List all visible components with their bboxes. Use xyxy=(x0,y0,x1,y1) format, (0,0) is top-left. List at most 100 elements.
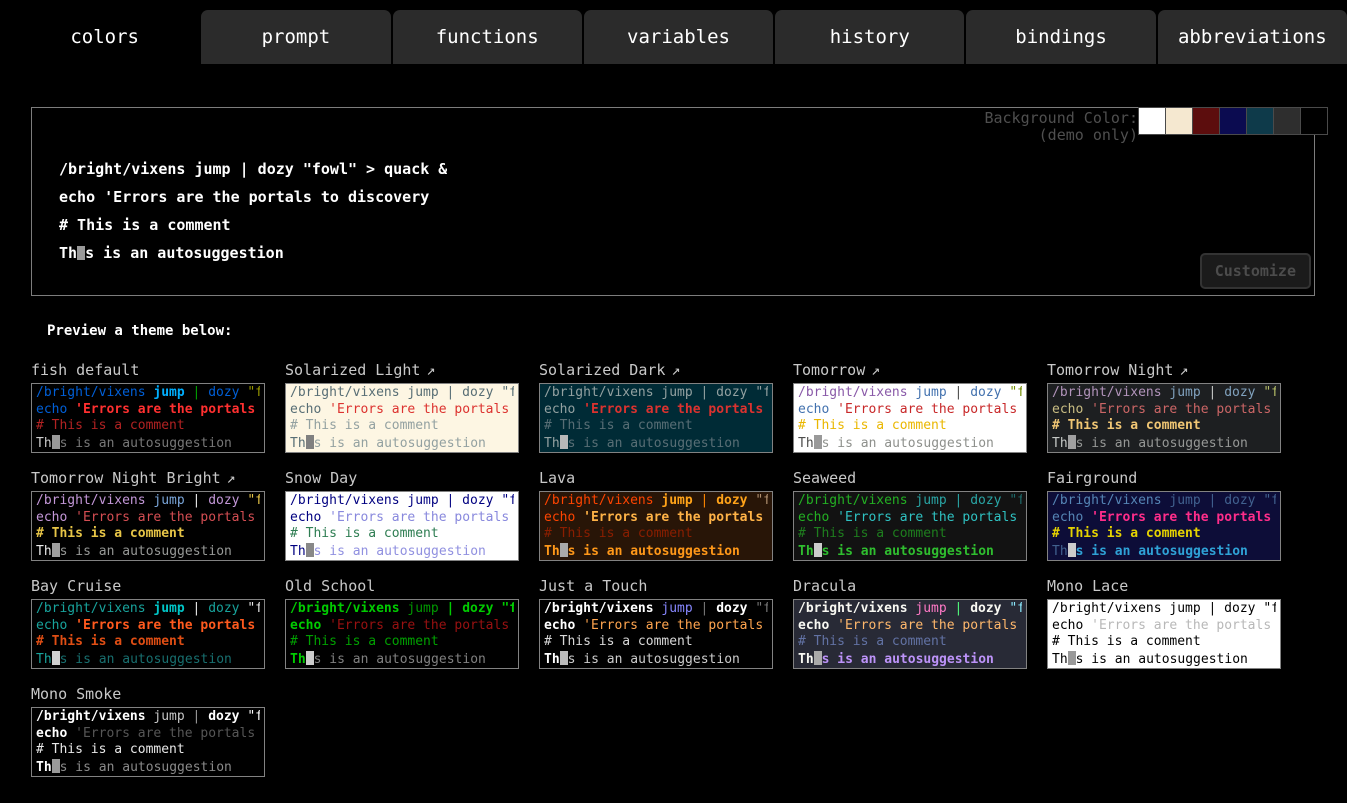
cursor-block xyxy=(77,246,85,260)
external-link-icon[interactable]: ↗ xyxy=(227,469,236,487)
code-segment: /bright/vixens jump | dozy "fowl" > quac… xyxy=(1052,601,1276,616)
theme-title[interactable]: Just a Touch xyxy=(539,575,773,599)
theme-title[interactable]: Solarized Light↗ xyxy=(285,359,519,383)
tab-history[interactable]: history xyxy=(775,10,964,64)
tab-variables[interactable]: variables xyxy=(584,10,773,64)
terminal-line: # This is a comment xyxy=(798,526,1022,543)
customize-button[interactable]: Customize xyxy=(1200,253,1311,289)
theme-preview[interactable]: /bright/vixens jump | dozy "fowl" > quac… xyxy=(539,491,773,561)
code-segment: | xyxy=(947,601,970,616)
theme-preview[interactable]: /bright/vixens jump | dozy "fowl" > quac… xyxy=(285,383,519,453)
theme-card-old-school: Old School/bright/vixens jump | dozy "fo… xyxy=(285,575,519,669)
background-swatch[interactable] xyxy=(1192,107,1220,135)
code-segment: /bright/vixens xyxy=(36,493,153,508)
theme-preview[interactable]: /bright/vixens jump | dozy "fowl" > quac… xyxy=(539,599,773,669)
theme-title[interactable]: Snow Day xyxy=(285,467,519,491)
tab-functions[interactable]: functions xyxy=(393,10,582,64)
code-segment: Th xyxy=(36,436,52,451)
theme-title[interactable]: Mono Lace xyxy=(1047,575,1281,599)
theme-title[interactable]: Bay Cruise xyxy=(31,575,265,599)
theme-preview[interactable]: /bright/vixens jump | dozy "fowl" > quac… xyxy=(285,491,519,561)
background-swatch[interactable] xyxy=(1273,107,1301,135)
external-link-icon[interactable]: ↗ xyxy=(1179,361,1188,379)
cursor-block xyxy=(306,435,314,449)
tab-bindings[interactable]: bindings xyxy=(966,10,1155,64)
code-segment: Th xyxy=(36,544,52,559)
theme-preview[interactable]: /bright/vixens jump | dozy "fowl" > quac… xyxy=(793,599,1027,669)
theme-preview[interactable]: /bright/vixens jump | dozy "fowl" > quac… xyxy=(1047,383,1281,453)
code-segment: Th xyxy=(290,652,306,667)
theme-name: Just a Touch xyxy=(539,577,647,595)
terminal-line: echo 'Errors are the portals to discover… xyxy=(290,510,514,527)
code-segment: s is an autosuggestion xyxy=(822,544,994,559)
background-swatch[interactable] xyxy=(1246,107,1274,135)
theme-preview[interactable]: /bright/vixens jump | dozy "fowl" > quac… xyxy=(31,491,265,561)
code-segment: dozy xyxy=(462,601,493,616)
external-link-icon[interactable]: ↗ xyxy=(426,361,435,379)
terminal-line: Ths is an autosuggestion xyxy=(290,651,514,669)
theme-preview[interactable]: /bright/vixens jump | dozy "fowl" > quac… xyxy=(31,707,265,777)
code-segment: "fowl" > quack & xyxy=(240,601,260,616)
code-segment: echo xyxy=(1052,402,1091,417)
theme-title[interactable]: Mono Smoke xyxy=(31,683,265,707)
code-segment: echo xyxy=(798,618,837,633)
code-segment: echo xyxy=(290,618,329,633)
code-segment: "fowl" > quack & xyxy=(494,601,514,616)
theme-title[interactable]: fish default xyxy=(31,359,265,383)
code-segment: echo xyxy=(36,510,75,525)
theme-title[interactable]: Tomorrow Night↗ xyxy=(1047,359,1281,383)
terminal-line: Ths is an autosuggestion xyxy=(1052,543,1276,561)
tab-prompt[interactable]: prompt xyxy=(201,10,390,64)
theme-preview[interactable]: /bright/vixens jump | dozy "fowl" > quac… xyxy=(1047,599,1281,669)
external-link-icon[interactable]: ↗ xyxy=(871,361,880,379)
terminal-line: Ths is an autosuggestion xyxy=(36,435,260,453)
external-link-icon[interactable]: ↗ xyxy=(671,361,680,379)
theme-title[interactable]: Dracula xyxy=(793,575,1027,599)
theme-title[interactable]: Old School xyxy=(285,575,519,599)
terminal-line: echo 'Errors are the portals to discover… xyxy=(36,510,260,527)
code-segment: s is an autosuggestion xyxy=(822,436,994,451)
terminal-line: # This is a comment xyxy=(290,634,514,651)
code-segment: 'Errors are the portals to discovery xyxy=(583,402,768,417)
theme-card-fish-default: fish default/bright/vixens jump | dozy "… xyxy=(31,359,265,453)
terminal-line: Ths is an autosuggestion xyxy=(544,543,768,561)
tab-abbreviations[interactable]: abbreviations xyxy=(1158,10,1347,64)
terminal-line: # This is a comment xyxy=(544,634,768,651)
background-swatch[interactable] xyxy=(1300,107,1328,135)
theme-preview[interactable]: /bright/vixens jump | dozy "fowl" > quac… xyxy=(31,599,265,669)
theme-title[interactable]: Seaweed xyxy=(793,467,1027,491)
code-segment: 'Errors are the portals to discovery xyxy=(583,510,768,525)
background-swatch[interactable] xyxy=(1219,107,1247,135)
code-segment: 'Errors are the portals to discovery xyxy=(837,402,1022,417)
background-swatch-row xyxy=(1139,107,1328,135)
theme-preview[interactable]: /bright/vixens jump | dozy "fowl" > quac… xyxy=(793,383,1027,453)
code-segment: /bright/vixens xyxy=(798,493,915,508)
tab-colors[interactable]: colors xyxy=(10,10,199,64)
theme-title[interactable]: Lava xyxy=(539,467,773,491)
cursor-block xyxy=(52,759,60,773)
theme-preview[interactable]: /bright/vixens jump | dozy "fowl" > quac… xyxy=(31,383,265,453)
theme-preview[interactable]: /bright/vixens jump | dozy "fowl" > quac… xyxy=(539,383,773,453)
terminal-line: echo 'Errors are the portals to discover… xyxy=(59,183,447,211)
theme-title[interactable]: Tomorrow Night Bright↗ xyxy=(31,467,265,491)
code-segment: s is an autosuggestion xyxy=(822,652,994,667)
code-segment: jump xyxy=(153,385,184,400)
code-segment: dozy xyxy=(208,709,239,724)
theme-preview[interactable]: /bright/vixens jump | dozy "fowl" > quac… xyxy=(793,491,1027,561)
code-segment: s is an autosuggestion xyxy=(60,544,232,559)
theme-title[interactable]: Solarized Dark↗ xyxy=(539,359,773,383)
theme-title[interactable]: Tomorrow ↗ xyxy=(793,359,1027,383)
theme-name: Tomorrow xyxy=(793,361,865,379)
code-segment: 'Errors are the portals to discovery xyxy=(75,510,260,525)
terminal-line: Ths is an autosuggestion xyxy=(544,651,768,669)
theme-preview[interactable]: /bright/vixens jump | dozy "fowl" > quac… xyxy=(1047,491,1281,561)
theme-preview[interactable]: /bright/vixens jump | dozy "fowl" > quac… xyxy=(285,599,519,669)
background-swatch[interactable] xyxy=(1165,107,1193,135)
cursor-block xyxy=(814,543,822,557)
background-swatch[interactable] xyxy=(1138,107,1166,135)
code-segment: 'Errors are the portals to discovery xyxy=(329,618,514,633)
terminal-line: # This is a comment xyxy=(36,418,260,435)
theme-title[interactable]: Fairground xyxy=(1047,467,1281,491)
code-segment: # This is a comment xyxy=(36,634,185,649)
terminal-line: /bright/vixens jump | dozy "fowl" > quac… xyxy=(798,601,1022,618)
